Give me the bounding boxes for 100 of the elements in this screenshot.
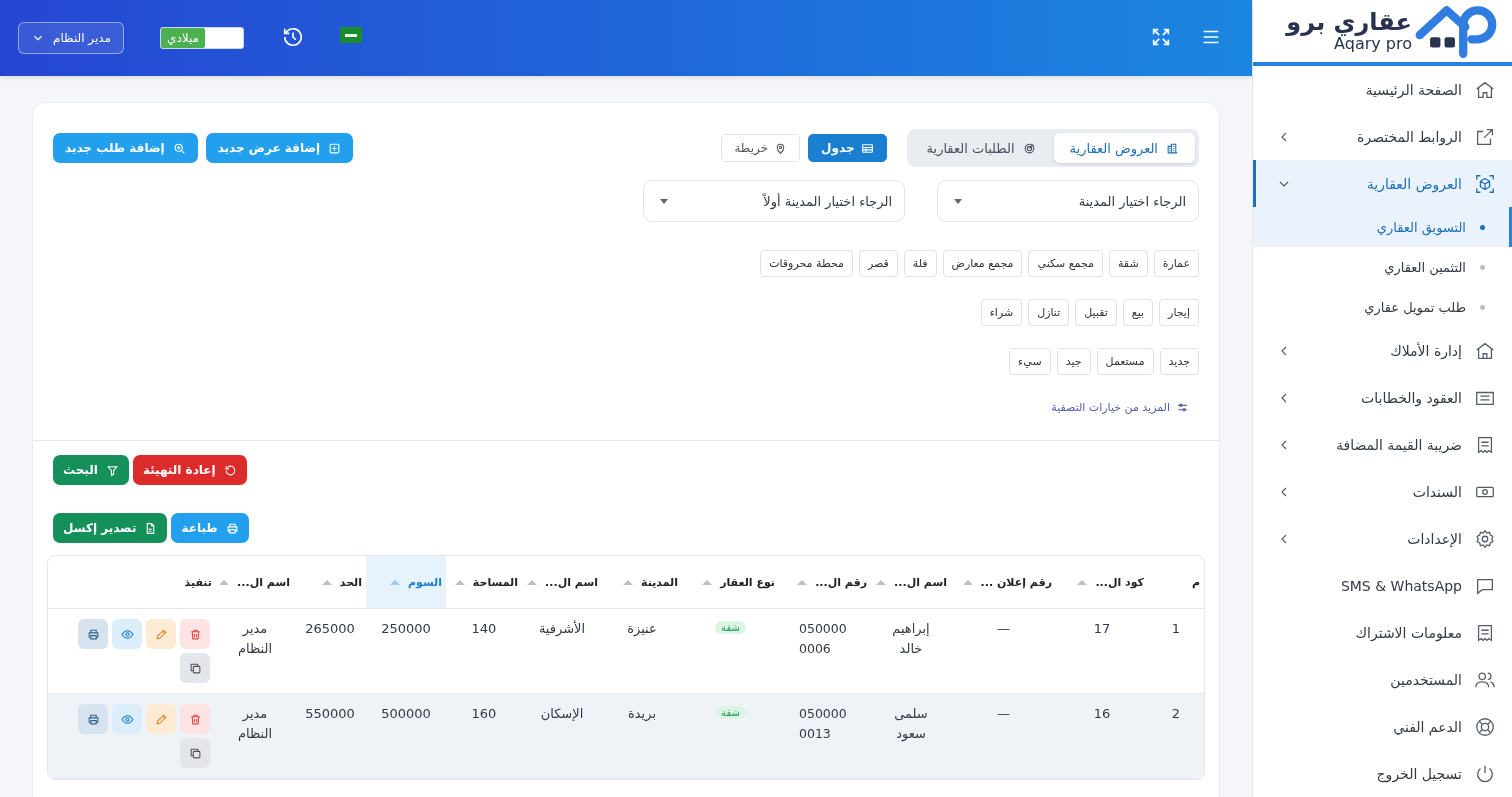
table-cell-text: 250000 (381, 620, 431, 638)
sort-icon[interactable] (527, 579, 538, 585)
city-select[interactable]: الرجاء اختيار المدينة أولاً (643, 180, 905, 222)
more-filters-link[interactable]: المزيد من خيارات التصفية (1051, 401, 1189, 414)
sidebar-item[interactable]: الدعم الفني (1253, 703, 1512, 750)
sort-icon[interactable] (389, 579, 400, 585)
delete-button[interactable] (180, 619, 210, 649)
column-header[interactable]: السوم (366, 556, 446, 609)
sidebar-item[interactable]: الصفحة الرئيسية (1253, 66, 1512, 113)
copy-button[interactable] (180, 738, 210, 768)
sidebar-item[interactable]: SMS & WhatsApp (1253, 562, 1512, 609)
printer-icon (225, 521, 239, 535)
filter-chip[interactable]: محطة محروقات (760, 250, 853, 277)
caret-icon (660, 198, 668, 204)
filter-chip[interactable]: جديد (1159, 348, 1199, 375)
table-cell-text: 160 (471, 705, 497, 723)
filter-chip[interactable]: جيد (1056, 348, 1091, 375)
sidebar-item[interactable]: تسجيل الخروج (1253, 750, 1512, 797)
sort-icon[interactable] (702, 579, 713, 585)
column-header[interactable]: الحد (294, 556, 366, 609)
zoom-in-icon (172, 141, 186, 155)
tab[interactable]: الطلبات العقارية (910, 133, 1052, 163)
filter-chip[interactable]: مجمع معارض (942, 250, 1023, 277)
submenu-label: التثمين العقاري (1384, 259, 1466, 275)
tab[interactable]: العروض العقارية (1053, 133, 1195, 163)
print-row-button[interactable] (78, 704, 108, 734)
user-menu[interactable]: مدير النظام (18, 22, 125, 54)
filter-chip[interactable]: شقة (1108, 250, 1148, 277)
filter-chip[interactable]: بيع (1122, 299, 1154, 326)
sort-icon[interactable] (797, 579, 808, 585)
column-header[interactable]: نوع العقار (682, 556, 779, 609)
column-header[interactable]: كود ال... (1056, 556, 1148, 609)
submenu-item[interactable]: التثمين العقاري (1253, 247, 1512, 287)
filter-chip[interactable]: قصر (858, 250, 898, 277)
reset-button[interactable]: إعادة التهيئة (132, 455, 247, 485)
table-cell-text: الإسكان (540, 705, 584, 723)
refresh-icon (223, 463, 237, 477)
sidebar-label: العقود والخطابات (1360, 389, 1462, 406)
submenu-item[interactable]: التسويق العقاري (1253, 207, 1512, 247)
sidebar-label: الإعدادات (1406, 530, 1462, 547)
submenu-item[interactable]: طلب تمويل عقاري (1253, 287, 1512, 327)
sort-icon[interactable] (962, 579, 973, 585)
column-header[interactable]: اسم ال... (522, 556, 602, 609)
export-button[interactable]: تصدير إكسل (53, 513, 168, 543)
column-header[interactable]: اسم ال... (871, 556, 951, 609)
view-button[interactable] (112, 704, 142, 734)
city-select[interactable]: الرجاء اختيار المدينة (937, 180, 1199, 222)
sidebar-item[interactable]: ضريبة القيمة المضافة (1253, 421, 1512, 468)
column-header[interactable]: رقم ال... (779, 556, 871, 609)
filter-chip[interactable]: تنازل (1028, 299, 1070, 326)
submenu-label: طلب تمويل عقاري (1364, 299, 1466, 315)
table-cell-text: — (997, 705, 1010, 723)
sidebar-label: الصفحة الرئيسية (1364, 81, 1462, 98)
print-row-button[interactable] (78, 619, 108, 649)
sidebar-item[interactable]: السندات (1253, 468, 1512, 515)
sidebar-item[interactable]: معلومات الاشتراك (1253, 609, 1512, 656)
view-button[interactable] (112, 619, 142, 649)
building-icon (1166, 141, 1179, 155)
settings-icon (1474, 527, 1496, 550)
trash-icon (188, 627, 202, 641)
search-button[interactable]: البحث (53, 455, 129, 485)
filter-chip[interactable]: مستعمل (1096, 348, 1154, 375)
logo-subtitle: Aqary pro (1334, 35, 1412, 53)
sort-icon[interactable] (219, 579, 230, 585)
delete-button[interactable] (180, 704, 210, 734)
view-toggle-button[interactable]: جدول (808, 134, 887, 162)
sidebar-label: SMS & WhatsApp (1339, 577, 1462, 594)
column-header[interactable]: رقم إعلان ... (951, 556, 1056, 609)
sort-icon[interactable] (623, 579, 634, 585)
sidebar-item[interactable]: الإعدادات (1253, 515, 1512, 562)
table-cell-text: مدير النظام (236, 620, 274, 658)
sidebar-item[interactable]: العروض العقارية (1253, 160, 1512, 207)
filter-chip[interactable]: تقبيل (1075, 299, 1117, 326)
sidebar-label: الدعم الفني (1392, 718, 1462, 735)
filter-chip[interactable]: إيجار (1159, 299, 1199, 326)
target-icon (1022, 141, 1036, 155)
sidebar-item[interactable]: العقود والخطابات (1253, 374, 1512, 421)
filter-chip[interactable]: شراء (980, 299, 1023, 326)
sidebar-item[interactable]: المستخدمين (1253, 656, 1512, 703)
filter-chip[interactable]: فلة (903, 250, 937, 277)
edit-button[interactable] (146, 704, 176, 734)
filter-chip[interactable]: مجمع سكني (1028, 250, 1103, 277)
copy-button[interactable] (180, 653, 210, 683)
sidebar-item[interactable]: إدارة الأملاك (1253, 327, 1512, 374)
printer-icon (86, 627, 100, 641)
flag-icon[interactable] (340, 27, 363, 43)
column-header[interactable]: اسم ال... (216, 556, 294, 609)
sidebar-item[interactable]: الروابط المختصرة (1253, 113, 1512, 160)
filter-chip[interactable]: عمارة (1153, 250, 1199, 277)
bullet-icon (1480, 304, 1485, 310)
filter-chip[interactable]: سيء (1009, 348, 1051, 375)
sort-icon[interactable] (454, 579, 465, 585)
sidebar-label: تسجيل الخروج (1375, 765, 1462, 782)
edit-button[interactable] (146, 619, 176, 649)
view-toggle-button[interactable]: خريطة (721, 134, 801, 162)
sort-icon[interactable] (321, 579, 332, 585)
column-header[interactable]: المدينة (602, 556, 682, 609)
table-cell-text: عنيزة (627, 620, 657, 638)
sort-icon[interactable] (876, 579, 887, 585)
sort-icon[interactable] (1077, 579, 1088, 585)
